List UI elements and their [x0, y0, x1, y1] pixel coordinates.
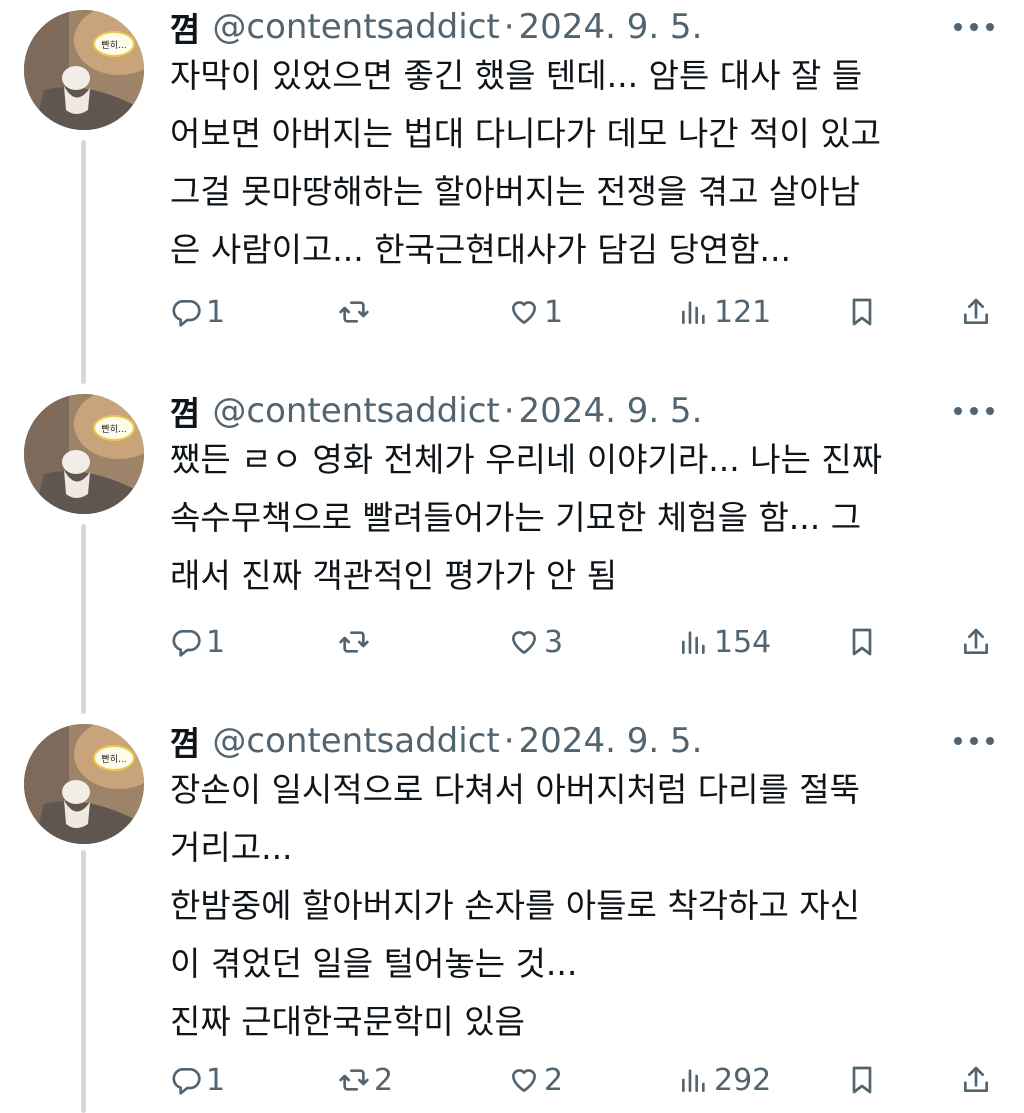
avatar[interactable]: 빤히...: [24, 394, 144, 514]
retweet-icon: [339, 631, 369, 653]
tweet-date[interactable]: 2024. 9. 5.: [519, 7, 703, 47]
share-button[interactable]: [960, 622, 992, 662]
more-icon[interactable]: [954, 396, 994, 426]
avatar[interactable]: 빤히...: [24, 724, 144, 844]
bookmark-icon: [852, 298, 872, 326]
views-button[interactable]: 154: [678, 622, 771, 662]
retweet-icon: [339, 1069, 369, 1091]
views-button[interactable]: 121: [678, 292, 771, 332]
tweet-date[interactable]: 2024. 9. 5.: [519, 721, 703, 761]
svg-text:빤히...: 빤히...: [101, 754, 126, 765]
like-count: 3: [544, 624, 564, 660]
views-icon: [682, 631, 705, 654]
tweet-text: 쨌든 ㄹㅇ 영화 전체가 우리네 이야기라... 나는 진짜 속수무책으로 빨려…: [170, 440, 883, 595]
reply-count: 1: [206, 294, 226, 330]
views-icon: [682, 1069, 705, 1092]
views-icon: [682, 301, 705, 324]
like-button[interactable]: 1: [508, 292, 563, 332]
bookmark-button[interactable]: [846, 292, 878, 332]
heart-icon: [512, 1069, 536, 1092]
reply-icon: [172, 300, 201, 327]
bookmark-button[interactable]: [846, 1060, 878, 1100]
avatar[interactable]: 빤히...: [24, 10, 144, 130]
heart-icon: [512, 301, 536, 324]
user-handle[interactable]: @contentsaddict: [212, 391, 499, 431]
retweet-icon: [339, 301, 369, 323]
svg-text:빤히...: 빤히...: [101, 424, 126, 435]
reply-icon: [172, 630, 201, 657]
tweet-text: 자막이 있었으면 좋긴 했을 텐데... 암튼 대사 잘 들 어보면 아버지는 …: [170, 56, 881, 269]
like-count: 2: [544, 1062, 564, 1098]
avatar-image: 빤히...: [24, 394, 144, 514]
separator-dot: ·: [503, 7, 515, 47]
like-button[interactable]: 3: [508, 622, 563, 662]
view-count: 292: [714, 1062, 772, 1098]
action-bar: 1 3 154: [170, 622, 1000, 662]
tweet-thread: 빤히... 꼄 @contentsaddict · 2024. 9. 5. 자막…: [0, 0, 1024, 1113]
display-name[interactable]: 꼄: [170, 3, 200, 51]
bookmark-button[interactable]: [846, 622, 878, 662]
reply-icon: [172, 1068, 201, 1095]
tweet-text: 장손이 일시적으로 다쳐서 아버지처럼 다리를 절뚝 거리고... 한밤중에 할…: [170, 770, 861, 1041]
svg-text:빤히...: 빤히...: [101, 40, 126, 51]
tweet-header: 꼄 @contentsaddict · 2024. 9. 5.: [170, 2, 702, 52]
like-button[interactable]: 2: [508, 1060, 563, 1100]
share-icon: [964, 1066, 988, 1092]
avatar-image: 빤히...: [24, 10, 144, 130]
bookmark-icon: [852, 628, 872, 656]
reply-button[interactable]: 1: [170, 292, 225, 332]
reply-button[interactable]: 1: [170, 1060, 225, 1100]
avatar-image: 빤히...: [24, 724, 144, 844]
separator-dot: ·: [503, 721, 515, 761]
views-button[interactable]: 292: [678, 1060, 771, 1100]
tweet-date[interactable]: 2024. 9. 5.: [519, 391, 703, 431]
more-icon[interactable]: [954, 726, 994, 756]
display-name[interactable]: 꼄: [170, 387, 200, 435]
thread-line: [81, 850, 86, 1113]
heart-icon: [512, 631, 536, 654]
view-count: 121: [714, 294, 772, 330]
user-handle[interactable]: @contentsaddict: [212, 7, 499, 47]
thread-line: [81, 524, 86, 714]
tweet-header: 꼄 @contentsaddict · 2024. 9. 5.: [170, 716, 702, 766]
like-count: 1: [544, 294, 564, 330]
tweet-header: 꼄 @contentsaddict · 2024. 9. 5.: [170, 386, 702, 436]
share-button[interactable]: [960, 1060, 992, 1100]
reply-count: 1: [206, 1062, 226, 1098]
bookmark-icon: [852, 1066, 872, 1094]
retweet-button[interactable]: [338, 292, 374, 332]
display-name[interactable]: 꼄: [170, 717, 200, 765]
reply-count: 1: [206, 624, 226, 660]
action-bar: 1 2 2 292: [170, 1060, 1000, 1100]
retweet-count: 2: [374, 1062, 394, 1098]
action-bar: 1 1 121: [170, 292, 1000, 332]
more-icon[interactable]: [954, 12, 994, 42]
retweet-button[interactable]: 2: [338, 1060, 393, 1100]
retweet-button[interactable]: [338, 622, 374, 662]
share-icon: [964, 298, 988, 324]
user-handle[interactable]: @contentsaddict: [212, 721, 499, 761]
share-icon: [964, 628, 988, 654]
thread-line: [81, 140, 86, 384]
share-button[interactable]: [960, 292, 992, 332]
separator-dot: ·: [503, 391, 515, 431]
view-count: 154: [714, 624, 772, 660]
reply-button[interactable]: 1: [170, 622, 225, 662]
